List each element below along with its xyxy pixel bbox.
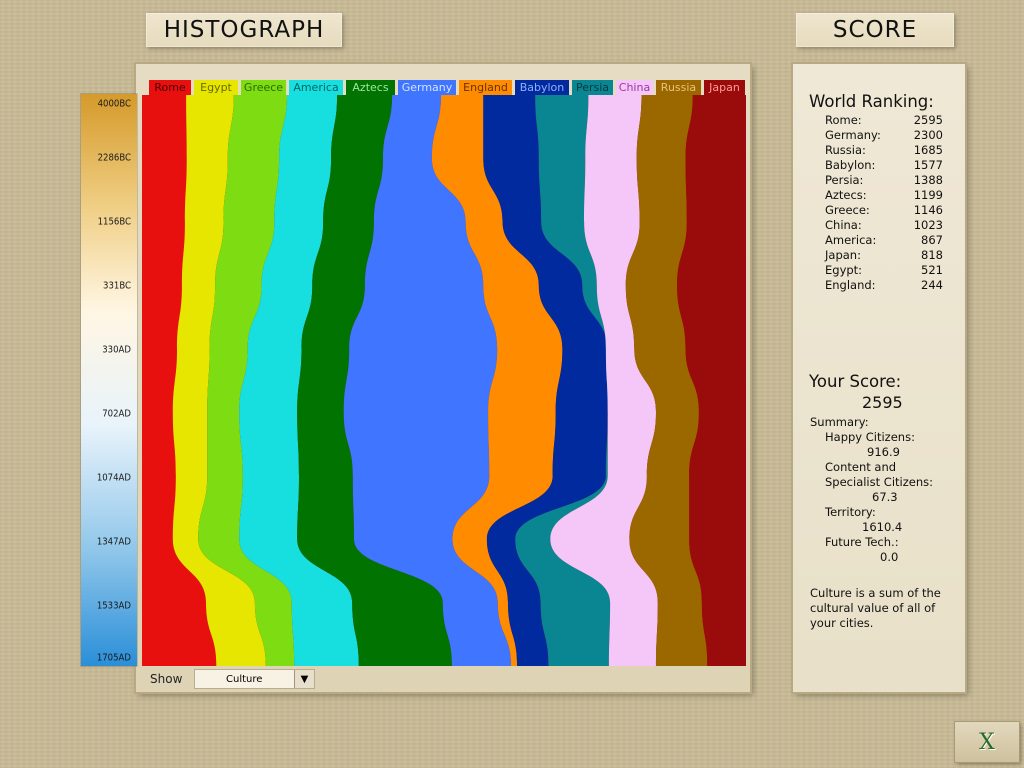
territory-value: 1610.4 [862, 520, 903, 534]
legend-japan: Japan [704, 80, 745, 95]
your-score-heading: Your Score: [809, 372, 902, 391]
ranking-civ-score: 1023 [913, 218, 943, 232]
culture-note-line: your cities. [810, 616, 874, 630]
ranking-civ-score: 1685 [913, 143, 943, 157]
happy-citizens-value: 916.9 [867, 445, 900, 459]
ranking-civ-score: 1388 [913, 173, 943, 187]
ranking-civ-name: Japan: [825, 248, 861, 262]
legend-rome: Rome [149, 80, 191, 95]
ranking-civ-name: England: [825, 278, 876, 292]
ranking-civ-name: Babylon: [825, 158, 876, 172]
culture-note-line: Culture is a sum of the [810, 586, 941, 600]
specialist-citizens-label: Specialist Citizens: [825, 475, 933, 489]
legend-england: England [459, 80, 512, 95]
score-title: SCORE [796, 13, 954, 47]
ranking-civ-score: 818 [921, 248, 943, 262]
ranking-civ-score: 521 [921, 263, 943, 277]
ranking-civ-name: Germany: [825, 128, 881, 142]
territory-label: Territory: [825, 505, 876, 519]
legend-germany: Germany [398, 80, 456, 95]
ranking-civ-score: 1146 [913, 203, 943, 217]
ranking-civ-score: 2300 [913, 128, 943, 142]
ranking-civ-score: 1199 [913, 188, 943, 202]
ranking-civ-score: 244 [921, 278, 943, 292]
ranking-civ-name: Rome: [825, 113, 862, 127]
show-dropdown-value: Culture [226, 673, 263, 685]
timeline-axis: 4000BC 2286BC 1156BC 331BC 330AD 702AD 1… [81, 94, 137, 666]
ranking-civ-score: 867 [921, 233, 943, 247]
histograph-chart [142, 95, 746, 666]
legend-china: China [616, 80, 653, 95]
happy-citizens-label: Happy Citizens: [825, 430, 915, 444]
legend-russia: Russia [656, 80, 701, 95]
content-citizens-value: 67.3 [872, 490, 898, 504]
histograph-title: HISTOGRAPH [146, 13, 342, 47]
ranking-civ-name: Persia: [825, 173, 864, 187]
future-tech-value: 0.0 [880, 550, 899, 564]
culture-note-line: cultural value of all of [810, 601, 936, 615]
ranking-civ-name: Russia: [825, 143, 866, 157]
timeline-tick: 331BC [103, 280, 131, 292]
summary-label: Summary: [810, 415, 869, 429]
timeline-tick: 4000BC [97, 98, 131, 110]
ranking-civ-name: China: [825, 218, 862, 232]
timeline-tick: 702AD [102, 408, 131, 420]
content-citizens-label: Content and [825, 460, 897, 474]
ranking-civ-name: Greece: [825, 203, 870, 217]
timeline-tick: 1074AD [96, 472, 131, 484]
timeline-tick: 1347AD [96, 536, 131, 548]
ranking-civ-score: 2595 [913, 113, 943, 127]
your-score-value: 2595 [862, 393, 903, 412]
timeline-tick: 2286BC [97, 152, 131, 164]
legend-egypt: Egypt [194, 80, 238, 95]
world-ranking-heading: World Ranking: [809, 92, 934, 111]
show-dropdown[interactable]: Culture ▼ [194, 669, 315, 689]
legend-aztecs: Aztecs [346, 80, 395, 95]
close-button[interactable]: X [955, 722, 1019, 762]
ranking-civ-name: America: [825, 233, 877, 247]
future-tech-label: Future Tech.: [825, 535, 899, 549]
histograph-svg [142, 95, 746, 666]
close-x-icon: X [979, 729, 995, 755]
legend-greece: Greece [241, 80, 286, 95]
ranking-civ-name: Egypt: [825, 263, 863, 277]
legend-babylon: Babylon [515, 80, 569, 95]
timeline-tick: 1156BC [97, 216, 131, 228]
ranking-civ-score: 1577 [913, 158, 943, 172]
ranking-civ-name: Aztecs: [825, 188, 867, 202]
timeline-tick: 330AD [102, 344, 131, 356]
timeline-tick: 1533AD [96, 600, 131, 612]
chevron-down-icon[interactable]: ▼ [294, 670, 314, 688]
legend-persia: Persia [572, 80, 613, 95]
legend-america: America [289, 80, 343, 95]
show-label: Show [150, 672, 183, 686]
timeline-tick: 1705AD [96, 652, 131, 664]
